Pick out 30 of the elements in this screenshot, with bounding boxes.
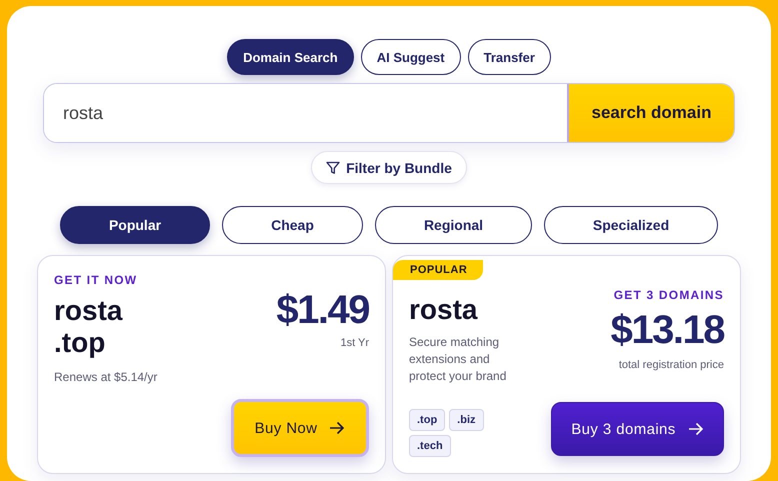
- mode-tab[interactable]: AI Suggest: [360, 39, 461, 75]
- extension-tag: .tech: [409, 435, 451, 457]
- filter-button[interactable]: Filter by Bundle: [311, 151, 467, 184]
- bundle-description: Secure matching extensions and protect your brand: [409, 334, 508, 385]
- extension-tag: .top: [409, 409, 446, 431]
- domain-name: rosta: [409, 294, 478, 326]
- buy-bundle-button[interactable]: Buy 3 domains: [551, 402, 724, 456]
- search-button[interactable]: search domain: [567, 84, 734, 142]
- popular-badge: POPULAR: [393, 260, 484, 280]
- card-eyebrow: GET IT NOW: [54, 273, 138, 287]
- category-tab[interactable]: Cheap: [222, 206, 363, 244]
- category-tab[interactable]: Specialized: [544, 206, 718, 244]
- domain-extension: .top: [54, 327, 106, 360]
- domain-name: rosta: [54, 295, 122, 328]
- arrow-right-icon: [688, 422, 704, 436]
- price: $1.49: [276, 290, 369, 330]
- renewal-text: Renews at $5.14/yr: [54, 369, 158, 386]
- category-tab[interactable]: Regional: [375, 206, 532, 244]
- buy-button[interactable]: Buy Now: [231, 399, 369, 457]
- search-field[interactable]: rosta search domain: [43, 83, 735, 143]
- category-tab[interactable]: Popular: [60, 206, 210, 244]
- arrow-right-icon: [329, 421, 346, 435]
- extension-tag: .biz: [449, 409, 484, 431]
- price-note: 1st Yr: [340, 336, 369, 351]
- card-eyebrow: GET 3 DOMAINS: [614, 288, 724, 302]
- filter-icon: [326, 160, 340, 174]
- mode-tab[interactable]: Domain Search: [227, 39, 354, 75]
- mode-tab[interactable]: Transfer: [468, 39, 551, 75]
- price-note: total registration price: [618, 358, 724, 373]
- price: $13.18: [610, 310, 724, 350]
